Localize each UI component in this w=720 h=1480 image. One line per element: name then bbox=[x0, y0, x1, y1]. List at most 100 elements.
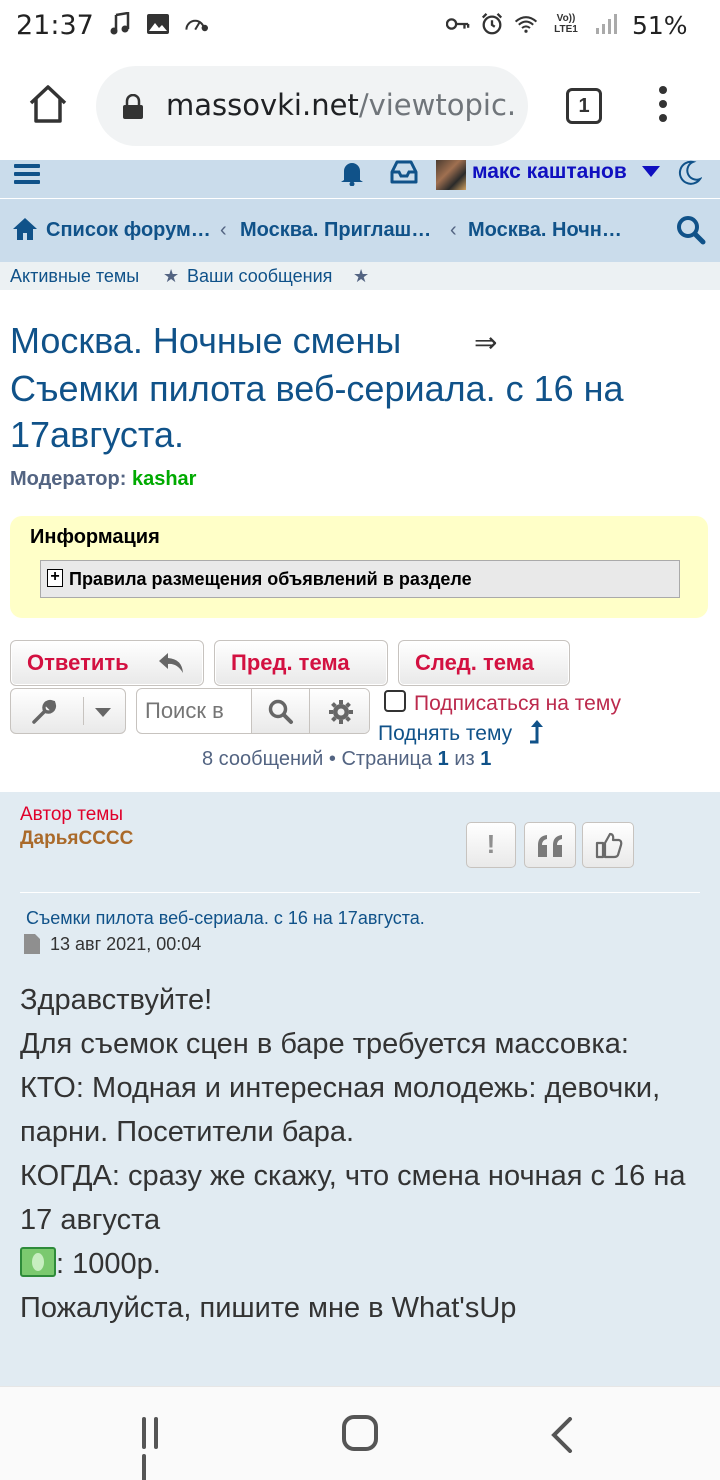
reply-button[interactable]: Ответить bbox=[10, 640, 204, 686]
system-nav-bar bbox=[0, 1386, 720, 1480]
pagination: 8 сообщений • Страница 1 из 1 bbox=[202, 748, 491, 771]
topic-tools-button[interactable] bbox=[10, 688, 126, 734]
username-link[interactable]: макс каштанов bbox=[472, 160, 627, 184]
inbox-icon[interactable] bbox=[390, 160, 418, 186]
prev-topic-button[interactable]: Пред. тема bbox=[214, 640, 388, 686]
battery-level: 51% bbox=[632, 11, 688, 40]
wifi-icon bbox=[514, 12, 538, 36]
quote-icon bbox=[538, 835, 562, 857]
next-topic-button[interactable]: След. тема bbox=[398, 640, 570, 686]
image-icon bbox=[146, 12, 170, 36]
report-button[interactable]: ! bbox=[466, 822, 516, 868]
like-button[interactable] bbox=[582, 822, 634, 868]
moon-icon[interactable] bbox=[676, 160, 703, 186]
advanced-search-button[interactable] bbox=[309, 689, 369, 733]
status-icons-left bbox=[108, 12, 208, 36]
status-bar: 21:37 Vo)) LTE1 51% bbox=[0, 0, 720, 52]
post: Автор темы ДарьяСССС ! Съемки пилота веб… bbox=[0, 792, 720, 1392]
divider bbox=[20, 892, 700, 893]
browser-home-icon[interactable] bbox=[26, 82, 70, 126]
plus-icon[interactable]: + bbox=[47, 569, 63, 587]
lock-icon bbox=[122, 93, 144, 120]
page-title[interactable]: Съемки пилота веб-сериала. с 16 на 17авг… bbox=[10, 366, 710, 458]
post-body: Здравствуйте! Для съемок сцен в баре тре… bbox=[20, 978, 710, 1330]
post-line-money: : 1000р. bbox=[20, 1242, 710, 1286]
lte-icon: Vo)) LTE1 bbox=[548, 12, 584, 36]
browser-toolbar: massovki.net/viewtopic. 1 bbox=[0, 52, 720, 160]
lte-label-top: Vo)) bbox=[556, 13, 576, 24]
page-of: из bbox=[454, 748, 475, 770]
back-icon[interactable] bbox=[548, 1417, 578, 1453]
post-date: 13 авг 2021, 00:04 bbox=[50, 934, 202, 954]
quick-links: Активные темы ★ Ваши сообщения ★ bbox=[0, 262, 720, 290]
star-icon: ★ bbox=[163, 266, 180, 286]
status-time: 21:37 bbox=[16, 10, 94, 41]
forum-title-link[interactable]: Москва. Ночные смены bbox=[10, 320, 401, 362]
post-line: КОГДА: сразу же скажу, что смена ночная … bbox=[20, 1160, 686, 1236]
home-button[interactable] bbox=[342, 1415, 378, 1451]
post-line: Для съемок сцен в баре требуется массовк… bbox=[20, 1028, 629, 1060]
forum-header: макс каштанов bbox=[0, 160, 720, 198]
search-icon[interactable] bbox=[676, 215, 706, 245]
info-title: Информация bbox=[30, 526, 160, 548]
author-name[interactable]: ДарьяСССС bbox=[20, 828, 133, 850]
alarm-icon bbox=[480, 12, 504, 36]
gear-icon bbox=[329, 700, 353, 724]
my-posts-link[interactable]: Ваши сообщения bbox=[187, 266, 332, 287]
lte-label-bottom: LTE1 bbox=[554, 24, 578, 35]
key-icon bbox=[446, 12, 470, 36]
breadcrumb-moscow-invites[interactable]: Москва. Приглаш… bbox=[240, 219, 431, 242]
breadcrumb: Список форум… ‹ Москва. Приглаш… ‹ Москв… bbox=[0, 198, 720, 262]
subscribe-checkbox[interactable] bbox=[384, 690, 406, 712]
bump-arrow-icon[interactable] bbox=[526, 718, 546, 744]
speedometer-icon bbox=[184, 12, 208, 36]
posts-count: 8 сообщений • Страница bbox=[202, 748, 433, 770]
reply-icon bbox=[157, 651, 185, 675]
bell-icon[interactable] bbox=[338, 160, 366, 187]
post-line: : 1000р. bbox=[56, 1248, 161, 1280]
browser-menu-icon[interactable] bbox=[656, 86, 670, 126]
moderator-label: Модератор: bbox=[10, 468, 127, 490]
reply-button-label: Ответить bbox=[27, 650, 129, 675]
star-icon: ★ bbox=[353, 266, 370, 286]
search-button[interactable] bbox=[251, 689, 309, 733]
chevron-down-icon[interactable] bbox=[642, 166, 660, 177]
rules-spoiler[interactable]: + Правила размещения объявлений в раздел… bbox=[40, 560, 680, 598]
breadcrumb-separator: ‹ bbox=[450, 219, 457, 241]
url-domain: massovki.net bbox=[166, 88, 359, 122]
breadcrumb-separator: ‹ bbox=[220, 219, 227, 241]
post-line: КТО: Модная и интересная молодежь: девоч… bbox=[20, 1072, 661, 1148]
breadcrumb-moscow-night[interactable]: Москва. Ночн… bbox=[468, 219, 622, 242]
signal-icon bbox=[594, 12, 618, 36]
quote-button[interactable] bbox=[524, 822, 576, 868]
topic-search bbox=[136, 688, 370, 734]
status-icons-right: Vo)) LTE1 bbox=[446, 12, 618, 36]
bump-topic-link[interactable]: Поднять тему bbox=[378, 722, 512, 746]
file-icon bbox=[24, 934, 40, 954]
post-line: Пожалуйста, пишите мне в What'sUp bbox=[20, 1292, 517, 1324]
active-topics-link[interactable]: Активные темы bbox=[10, 266, 139, 287]
page-total: 1 bbox=[480, 748, 492, 770]
divider bbox=[83, 697, 84, 725]
arrow-right-icon: ⇒ bbox=[474, 327, 498, 358]
rules-spoiler-label: Правила размещения объявлений в разделе bbox=[69, 569, 472, 589]
home-icon[interactable] bbox=[12, 217, 38, 241]
post-subject-link[interactable]: Съемки пилота веб-сериала. с 16 на 17авг… bbox=[26, 908, 425, 929]
subscribe-label[interactable]: Подписаться на тему bbox=[414, 692, 621, 716]
breadcrumb-forum-index[interactable]: Список форум… bbox=[46, 219, 211, 242]
chevron-down-icon bbox=[95, 708, 111, 717]
recent-apps-icon[interactable] bbox=[142, 1417, 176, 1480]
url-text[interactable]: massovki.net/viewtopic. bbox=[166, 88, 516, 122]
menu-icon[interactable] bbox=[14, 164, 40, 184]
address-bar[interactable]: massovki.net/viewtopic. bbox=[96, 66, 528, 146]
tab-switcher-button[interactable]: 1 bbox=[566, 88, 602, 124]
moderator-name[interactable]: kashar bbox=[132, 468, 197, 490]
url-path: /viewtopic. bbox=[358, 88, 517, 122]
info-box: Информация + Правила размещения объявлен… bbox=[10, 516, 708, 618]
author-label: Автор темы bbox=[20, 804, 124, 825]
post-line: Здравствуйте! bbox=[20, 984, 213, 1016]
thumbs-up-icon bbox=[595, 832, 623, 859]
search-input[interactable] bbox=[137, 689, 251, 733]
wrench-icon bbox=[31, 699, 57, 725]
avatar[interactable] bbox=[436, 160, 466, 190]
